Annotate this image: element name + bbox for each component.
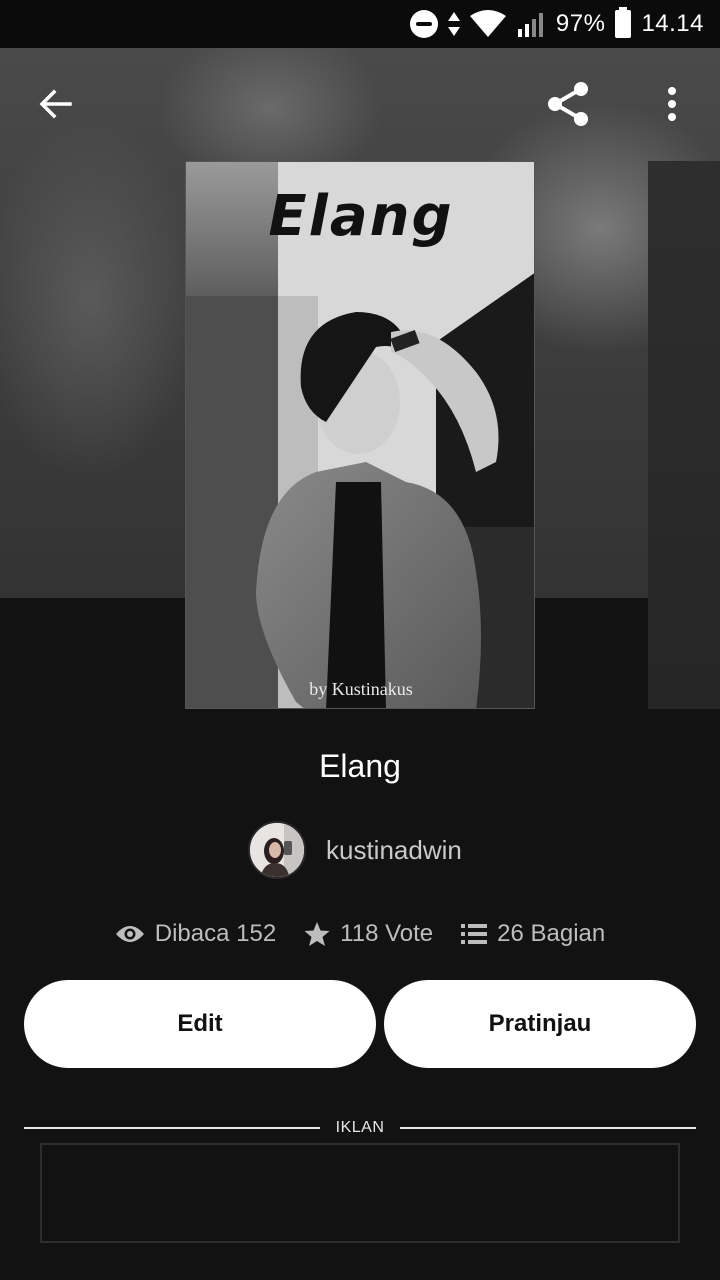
top-nav [0,48,720,160]
stats-row: Dibaca 152 118 Vote 26 Bagian [0,912,720,956]
share-button[interactable] [540,76,596,132]
list-icon [461,924,488,944]
cover-author-line: by Kustinakus [309,679,413,699]
book-cover[interactable]: Elang by Kustinakus [185,161,535,709]
author-name: kustinadwin [326,834,462,865]
share-icon [548,82,588,126]
do-not-disturb-icon [409,10,438,38]
cover-title: Elang [268,184,454,249]
battery-percent: 97% [555,10,606,37]
reads-stat: Dibaca 152 [115,920,276,948]
status-bar: 97% 14.14 [0,0,720,48]
next-book-cover-peek[interactable] [648,161,720,709]
reads-count: Dibaca 152 [154,920,277,947]
parts-count: 26 Bagian [497,920,606,947]
preview-button[interactable]: Pratinjau [384,980,696,1068]
arrow-back-icon [39,89,72,119]
signal-icon [516,11,546,37]
ad-slot[interactable] [40,1143,680,1243]
avatar [248,821,306,879]
parts-stat: 26 Bagian [461,920,605,948]
votes-stat: 118 Vote [304,920,433,948]
back-button[interactable] [28,76,84,132]
votes-count: 118 Vote [340,920,434,947]
divider-line-right [400,1127,696,1129]
battery-icon [615,7,632,38]
more-options-button[interactable] [644,76,700,132]
data-activity-icon [447,12,460,36]
story-title: Elang [319,748,401,784]
ad-divider: IKLAN [24,1118,696,1138]
author-row[interactable]: kustinadwin [248,820,462,880]
wifi-icon [469,10,506,38]
ad-label: IKLAN [335,1119,385,1136]
clock: 14.14 [641,10,704,37]
divider-line-left [24,1127,320,1129]
star-icon [304,922,330,946]
eye-icon [115,926,144,942]
more-vert-icon [668,87,676,121]
edit-button[interactable]: Edit [24,980,376,1068]
